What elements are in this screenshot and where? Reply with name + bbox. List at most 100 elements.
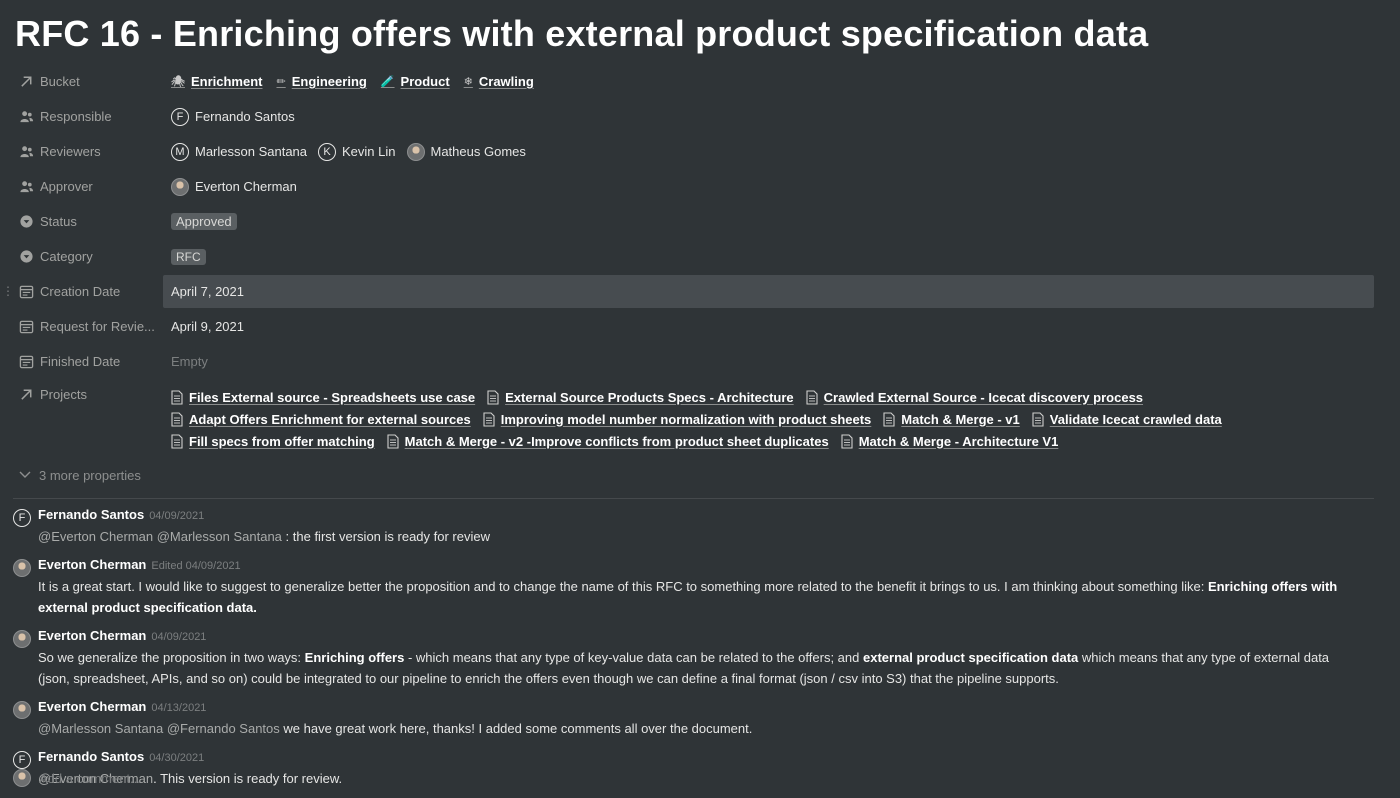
page-icon: [387, 433, 399, 449]
project-link[interactable]: Match & Merge - v1: [883, 411, 1020, 427]
category-values[interactable]: RFC: [171, 248, 1374, 265]
page-icon: [171, 433, 183, 449]
properties-panel: Bucket 🕷 Enrichment ✏ Engineering 🧪 Product…: [0, 64, 1400, 458]
request-for-review-value[interactable]: April 9, 2021: [171, 319, 1374, 334]
bucket-link-label: Engineering: [291, 74, 367, 89]
property-bucket: Bucket 🕷 Enrichment ✏ Engineering 🧪 Product…: [0, 64, 1400, 99]
drag-handle-icon[interactable]: ⋮: [2, 283, 14, 299]
mention[interactable]: @Everton Cherman: [38, 529, 153, 544]
property-category: Category RFC: [0, 239, 1400, 274]
project-link-label: Match & Merge - v2 -Improve conflicts fr…: [404, 433, 829, 449]
arrow-up-right-icon: [18, 74, 34, 90]
bucket-link-enrichment[interactable]: 🕷 Enrichment: [171, 74, 262, 89]
comment: Everton Cherman 04/09/2021 So we general…: [13, 628, 1360, 689]
people-icon: [18, 109, 34, 125]
property-label[interactable]: Reviewers: [18, 144, 163, 160]
avatar: [13, 769, 31, 787]
bucket-link-product[interactable]: 🧪 Product: [381, 74, 450, 89]
person-chip[interactable]: Matheus Gomes: [406, 142, 526, 161]
finished-date-value[interactable]: Empty: [171, 354, 1374, 369]
property-label-text: Bucket: [40, 74, 80, 89]
project-link[interactable]: Adapt Offers Enrichment for external sou…: [171, 412, 471, 427]
property-label[interactable]: Approver: [18, 179, 163, 195]
project-link[interactable]: Validate Icecat crawled data: [1032, 412, 1222, 427]
property-label[interactable]: Category: [18, 249, 163, 265]
mention[interactable]: @Marlesson Santana: [38, 721, 163, 736]
comment-text: . This version is ready for review.: [153, 771, 343, 786]
page-title[interactable]: RFC 16 - Enriching offers with external …: [15, 13, 1148, 55]
category-badge[interactable]: RFC: [171, 248, 206, 265]
person-chip[interactable]: M Marlesson Santana: [171, 142, 307, 161]
bucket-link-engineering[interactable]: ✏ Engineering: [276, 74, 366, 89]
property-label[interactable]: Creation Date: [18, 284, 163, 300]
comment-author[interactable]: Everton Cherman: [38, 557, 146, 572]
project-link[interactable]: Match & Merge - Architecture V1: [841, 433, 1059, 449]
property-label-text: Finished Date: [40, 354, 121, 369]
responsible-values[interactable]: F Fernando Santos: [171, 107, 1374, 126]
property-label-text: Projects: [40, 386, 87, 402]
project-link[interactable]: Improving model number normalization wit…: [483, 412, 871, 427]
comment-bold-text: external product specification data: [863, 650, 1079, 665]
project-link[interactable]: External Source Products Specs - Archite…: [487, 390, 794, 405]
person-chip[interactable]: F Fernando Santos: [171, 107, 295, 126]
person-chip[interactable]: Everton Cherman: [171, 177, 297, 196]
pill-icon: 🧪: [380, 76, 395, 88]
comment-author[interactable]: Fernando Santos: [38, 507, 144, 522]
property-label[interactable]: Responsible: [18, 109, 163, 125]
calendar-icon: [18, 284, 34, 300]
avatar-photo: [13, 701, 31, 719]
property-label[interactable]: Bucket: [18, 74, 163, 90]
arrow-up-right-icon: [18, 386, 34, 402]
bucket-link-crawling[interactable]: ❄ Crawling: [464, 74, 534, 89]
comment-timestamp: Edited 04/09/2021: [151, 560, 241, 572]
project-link-label: Files External source - Spreadsheets use…: [189, 389, 476, 405]
avatar: [171, 177, 189, 196]
property-label[interactable]: Finished Date: [18, 354, 163, 370]
project-link-label: Validate Icecat crawled data: [1049, 411, 1222, 427]
property-label[interactable]: Status: [18, 214, 163, 230]
project-link[interactable]: Match & Merge - v2 -Improve conflicts fr…: [387, 434, 829, 449]
comment-author[interactable]: Everton Cherman: [38, 699, 146, 714]
status-values[interactable]: Approved: [171, 213, 1374, 230]
project-link-label: Match & Merge - Architecture V1: [858, 433, 1059, 449]
property-label-text: Responsible: [40, 109, 112, 124]
project-link-label: External Source Products Specs - Archite…: [505, 389, 794, 405]
page-icon: [487, 389, 499, 405]
person-name: Kevin Lin: [342, 144, 396, 159]
comment-text: It is a great start. I would like to sug…: [38, 579, 1208, 594]
project-link[interactable]: Files External source - Spreadsheets use…: [171, 390, 475, 405]
date-value: April 7, 2021: [171, 284, 244, 299]
project-link-label: Fill specs from offer matching: [189, 433, 375, 449]
property-label-text: Category: [40, 249, 93, 264]
property-label-text: Reviewers: [40, 144, 101, 159]
property-label[interactable]: Request for Revie...: [18, 319, 163, 335]
project-row: Adapt Offers Enrichment for external sou…: [171, 408, 1234, 430]
property-label[interactable]: Projects: [18, 386, 163, 402]
calendar-icon: [18, 354, 34, 370]
add-comment-input[interactable]: Add a comment...: [13, 769, 141, 787]
avatar-initial: F: [13, 751, 31, 769]
more-properties-toggle[interactable]: 3 more properties: [19, 468, 141, 483]
comment-author[interactable]: Everton Cherman: [38, 628, 146, 643]
avatar-photo: [13, 630, 31, 648]
creation-date-value[interactable]: April 7, 2021: [171, 284, 1374, 299]
project-link[interactable]: Fill specs from offer matching: [171, 434, 375, 449]
avatar: [13, 630, 31, 651]
mention[interactable]: @Marlesson Santana: [157, 529, 282, 544]
page-icon: [883, 411, 895, 427]
project-link[interactable]: Crawled External Source - Icecat discove…: [806, 390, 1143, 405]
comment-author[interactable]: Fernando Santos: [38, 749, 144, 764]
reviewers-values[interactable]: M Marlesson Santana K Kevin Lin Matheus …: [171, 142, 1374, 161]
person-chip[interactable]: K Kevin Lin: [318, 142, 396, 161]
project-row: Files External source - Spreadsheets use…: [171, 386, 1155, 408]
comment: Everton Cherman 04/13/2021 @Marlesson Sa…: [13, 699, 1360, 739]
comment-body: @Marlesson Santana @Fernando Santos we h…: [38, 718, 1360, 739]
bucket-link-label: Enrichment: [190, 74, 263, 89]
property-projects: Projects Files External source - Spreads…: [0, 379, 1400, 458]
comment-timestamp: 04/09/2021: [151, 631, 207, 643]
status-badge[interactable]: Approved: [171, 213, 237, 230]
approver-values[interactable]: Everton Cherman: [171, 177, 1374, 196]
property-finished-date: Finished Date Empty: [0, 344, 1400, 379]
comment-bold-text: Enriching offers: [304, 650, 405, 665]
mention[interactable]: @Fernando Santos: [167, 721, 280, 736]
